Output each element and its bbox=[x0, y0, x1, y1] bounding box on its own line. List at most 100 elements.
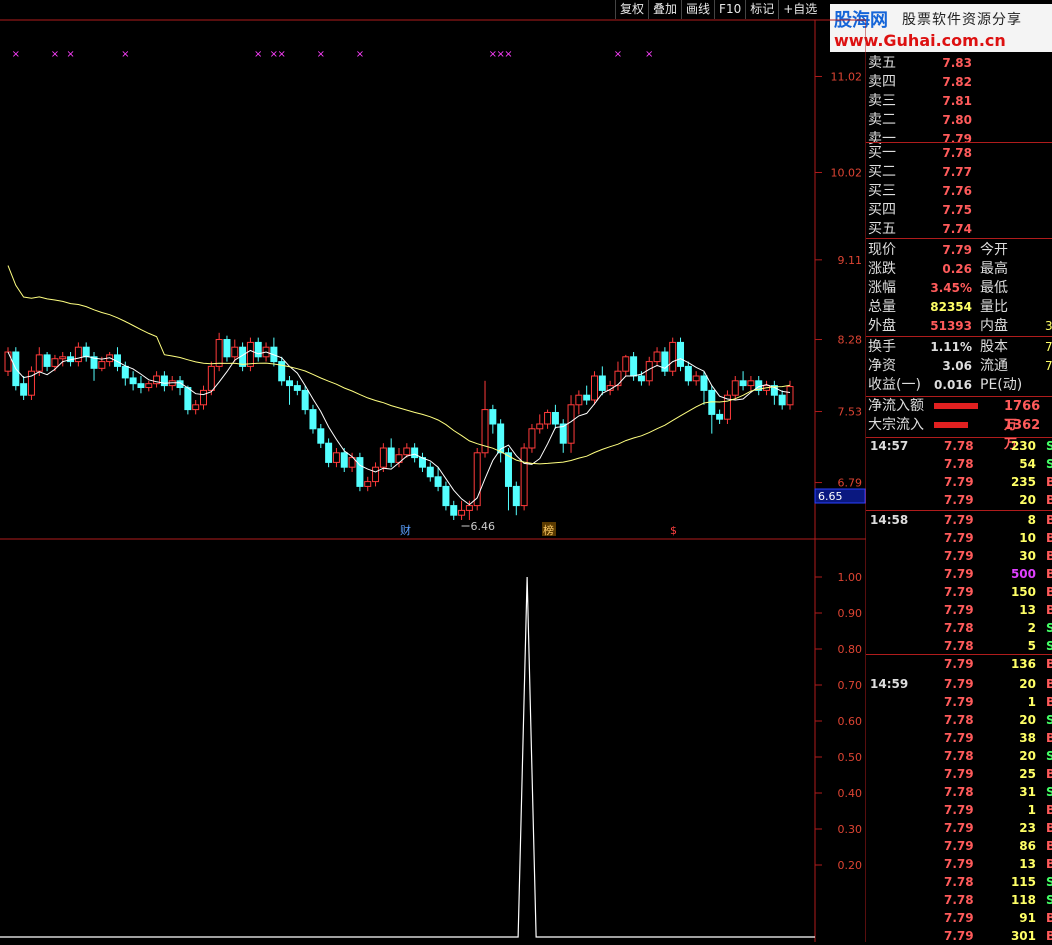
tick-row: 14:57 7.78 230 S bbox=[868, 437, 1052, 455]
tick-row: 7.79 30 B bbox=[868, 547, 1052, 565]
event-marker-bang: 榜 bbox=[543, 523, 554, 537]
candle-body bbox=[121, 365, 129, 379]
tick-row: 7.79 10 B bbox=[868, 529, 1052, 547]
candle-body bbox=[309, 409, 317, 430]
tick-row: 7.78 31 S bbox=[868, 783, 1052, 801]
candle-body bbox=[645, 361, 653, 382]
candle-body bbox=[379, 447, 387, 468]
tick-time: 14:57 bbox=[870, 439, 909, 453]
low-price-label: 6.46 bbox=[471, 520, 496, 533]
tick-volume: 136 bbox=[1010, 657, 1036, 671]
tick-flag: B bbox=[1046, 695, 1052, 709]
tick-flag: B bbox=[1046, 803, 1052, 817]
indicator-axis-label: 0.70 bbox=[838, 679, 863, 692]
quote-label-2: 最低 bbox=[980, 280, 1008, 296]
quote-label: 卖三 bbox=[868, 93, 896, 109]
candle-body bbox=[669, 341, 677, 372]
signal-marker: × bbox=[12, 49, 20, 60]
candle-body bbox=[551, 411, 559, 425]
tick-flag: B bbox=[1046, 475, 1052, 489]
tick-flag: B bbox=[1046, 603, 1052, 617]
tick-flag: B bbox=[1046, 567, 1052, 581]
tick-row: 14:58 7.79 8 B bbox=[868, 511, 1052, 529]
quote-label: 买五 bbox=[868, 221, 896, 237]
tick-flag: S bbox=[1046, 621, 1052, 635]
signal-marker: × bbox=[66, 49, 74, 60]
tick-row: 14:59 7.79 20 B bbox=[868, 675, 1052, 693]
tick-volume: 235 bbox=[1010, 475, 1036, 489]
signal-marker: × bbox=[254, 49, 262, 60]
tick-volume: 31 bbox=[1019, 785, 1036, 799]
tick-volume: 38 bbox=[1019, 731, 1036, 745]
tick-flag: B bbox=[1046, 585, 1052, 599]
quote-value: 0.26 bbox=[942, 262, 972, 276]
candle-body bbox=[567, 404, 575, 444]
tick-volume: 2 bbox=[1027, 621, 1036, 635]
quote-value: 7.82 bbox=[942, 75, 972, 89]
flow-bar bbox=[934, 403, 978, 409]
candle-body bbox=[528, 428, 536, 449]
candle-body bbox=[731, 380, 739, 396]
order-sell-row: 卖二 7.80 bbox=[868, 111, 1052, 130]
quote-label: 卖二 bbox=[868, 112, 896, 128]
signal-marker: × bbox=[504, 49, 512, 60]
candle-body bbox=[489, 409, 497, 425]
candle-body bbox=[442, 485, 450, 507]
flow-row: 净流入额 1766万 bbox=[868, 397, 1052, 433]
quote-label: 外盘 bbox=[868, 318, 896, 334]
quote-value: 3.45% bbox=[930, 281, 972, 295]
quote-label: 收益(一) bbox=[868, 377, 921, 393]
signal-marker: × bbox=[614, 49, 622, 60]
price-axis-label: 8.28 bbox=[838, 334, 863, 347]
tick-volume: 20 bbox=[1019, 493, 1036, 507]
quote-label: 买四 bbox=[868, 202, 896, 218]
candle-body bbox=[700, 375, 708, 391]
candle-body bbox=[692, 375, 700, 382]
candle-body bbox=[35, 354, 43, 372]
tick-price: 7.79 bbox=[944, 585, 974, 599]
quote-label-2: 量比 bbox=[980, 299, 1008, 315]
tick-row: 7.79 500 B bbox=[868, 565, 1052, 583]
candle-body bbox=[356, 457, 364, 487]
candle-body bbox=[387, 447, 395, 463]
order-sell-row: 卖五 7.83 bbox=[868, 54, 1052, 73]
candle-body bbox=[98, 361, 106, 369]
panel-separator bbox=[866, 142, 1052, 143]
candle-body bbox=[786, 386, 794, 406]
logo-slogan: 股票软件资源分享 bbox=[902, 12, 1022, 28]
candle-body bbox=[536, 423, 544, 430]
order-buy-row: 买五 7.74 bbox=[868, 220, 1052, 239]
tick-price: 7.79 bbox=[944, 531, 974, 545]
tick-flag: B bbox=[1046, 657, 1052, 671]
kline-chart[interactable]: 11.02 10.02 9.11 8.28 7.53 6.796.65 × × × × × × × × × ×… bbox=[0, 0, 866, 942]
panel-separator bbox=[866, 238, 1052, 239]
quote-row: 涨幅 3.45% 最低 bbox=[868, 279, 1052, 298]
order-buy-row: 买三 7.76 bbox=[868, 182, 1052, 201]
tick-row: 7.78 20 S bbox=[868, 747, 1052, 765]
tick-price: 7.79 bbox=[944, 677, 974, 691]
quote-row: 现价 7.79 今开 bbox=[868, 241, 1052, 260]
quote-value: 7.79 bbox=[942, 243, 972, 257]
tick-volume: 54 bbox=[1019, 457, 1036, 471]
signal-marker: × bbox=[317, 49, 325, 60]
indicator-axis-label: 0.80 bbox=[838, 643, 863, 656]
candle-body bbox=[716, 413, 724, 420]
tick-row: 7.78 5 S bbox=[868, 637, 1052, 655]
tick-price: 7.78 bbox=[944, 621, 974, 635]
tick-row: 7.79 301 B bbox=[868, 927, 1052, 945]
quote-value: 7.83 bbox=[942, 56, 972, 70]
tick-time: 14:59 bbox=[870, 677, 909, 691]
tick-row: 7.79 1 B bbox=[868, 801, 1052, 819]
candle-body bbox=[520, 447, 528, 507]
tick-volume: 20 bbox=[1019, 713, 1036, 727]
signal-marker: × bbox=[278, 49, 286, 60]
candle-body bbox=[739, 380, 747, 387]
tick-row: 7.79 86 B bbox=[868, 837, 1052, 855]
quote-value: 7.74 bbox=[942, 222, 972, 236]
tick-flag: B bbox=[1046, 767, 1052, 781]
indicator-line bbox=[0, 576, 815, 938]
candle-body bbox=[364, 481, 372, 487]
tick-price: 7.78 bbox=[944, 439, 974, 453]
candle-body bbox=[215, 339, 223, 367]
tick-price: 7.78 bbox=[944, 749, 974, 763]
